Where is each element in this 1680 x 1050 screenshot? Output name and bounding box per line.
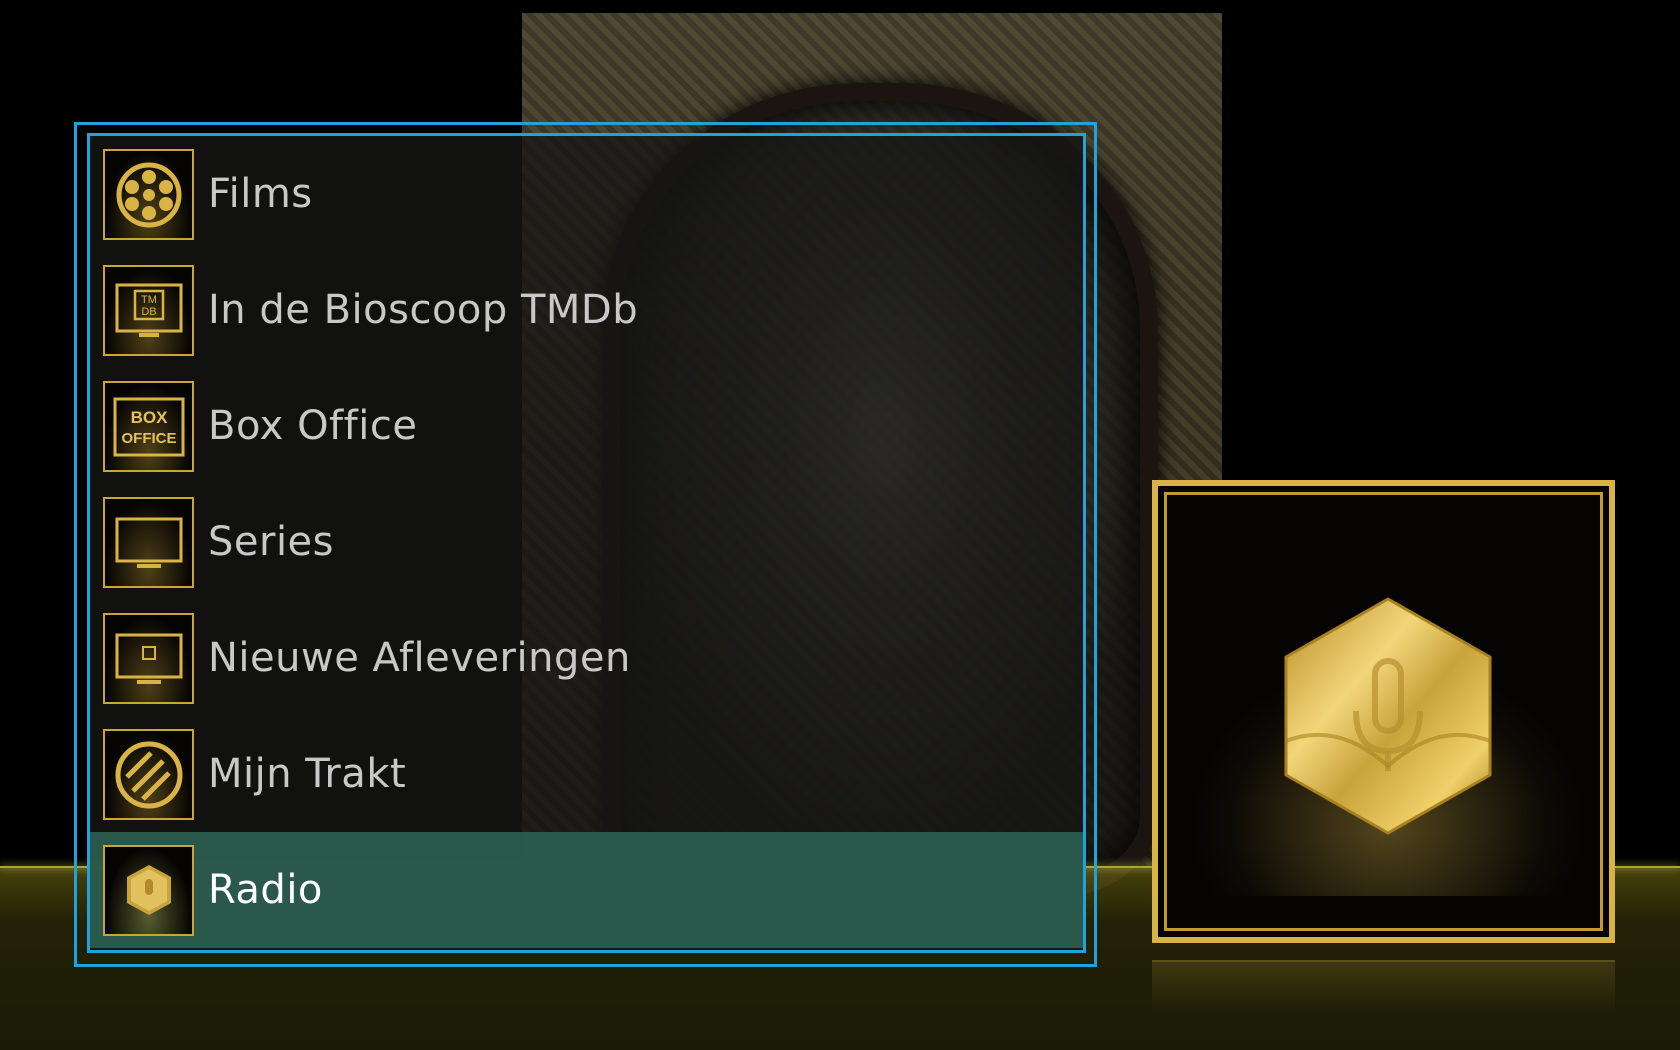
menu-item-label: Nieuwe Afleveringen [208,635,631,681]
menu-item-label: Box Office [208,403,418,449]
menu-item-series[interactable]: Series [90,484,1083,600]
new-episodes-icon [103,613,194,704]
menu-item-label: Series [208,519,335,565]
tv-screen-icon [103,497,194,588]
box-office-icon: BOX OFFICE [103,381,194,472]
preview-artwork [1152,480,1615,943]
tmdb-text-line2: DB [141,306,156,318]
trakt-icon [103,729,194,820]
radio-microphone-icon [103,845,194,936]
main-menu-panel: Films TM DB In de Bioscoop TMDb BOX OFFI [87,133,1086,953]
preview-reflection [1152,960,1615,1012]
tmdb-screen-icon: TM DB [103,265,194,356]
menu-item-radio[interactable]: Radio [90,832,1083,948]
menu-item-films[interactable]: Films [90,136,1083,252]
menu-item-label: Mijn Trakt [208,751,407,797]
box-office-text-line1: BOX [130,408,168,427]
menu-item-label: Films [208,171,313,217]
menu-item-in-de-bioscoop-tmdb[interactable]: TM DB In de Bioscoop TMDb [90,252,1083,368]
menu-item-label: In de Bioscoop TMDb [208,287,639,333]
menu-item-nieuwe-afleveringen[interactable]: Nieuwe Afleveringen [90,600,1083,716]
film-reel-icon [103,149,194,240]
menu-item-label: Radio [208,867,323,913]
box-office-text-line2: OFFICE [121,430,176,447]
tmdb-text-line1: TM [141,294,157,306]
menu-item-box-office[interactable]: BOX OFFICE Box Office [90,368,1083,484]
menu-item-mijn-trakt[interactable]: Mijn Trakt [90,716,1083,832]
radio-microphone-icon [1284,597,1492,835]
